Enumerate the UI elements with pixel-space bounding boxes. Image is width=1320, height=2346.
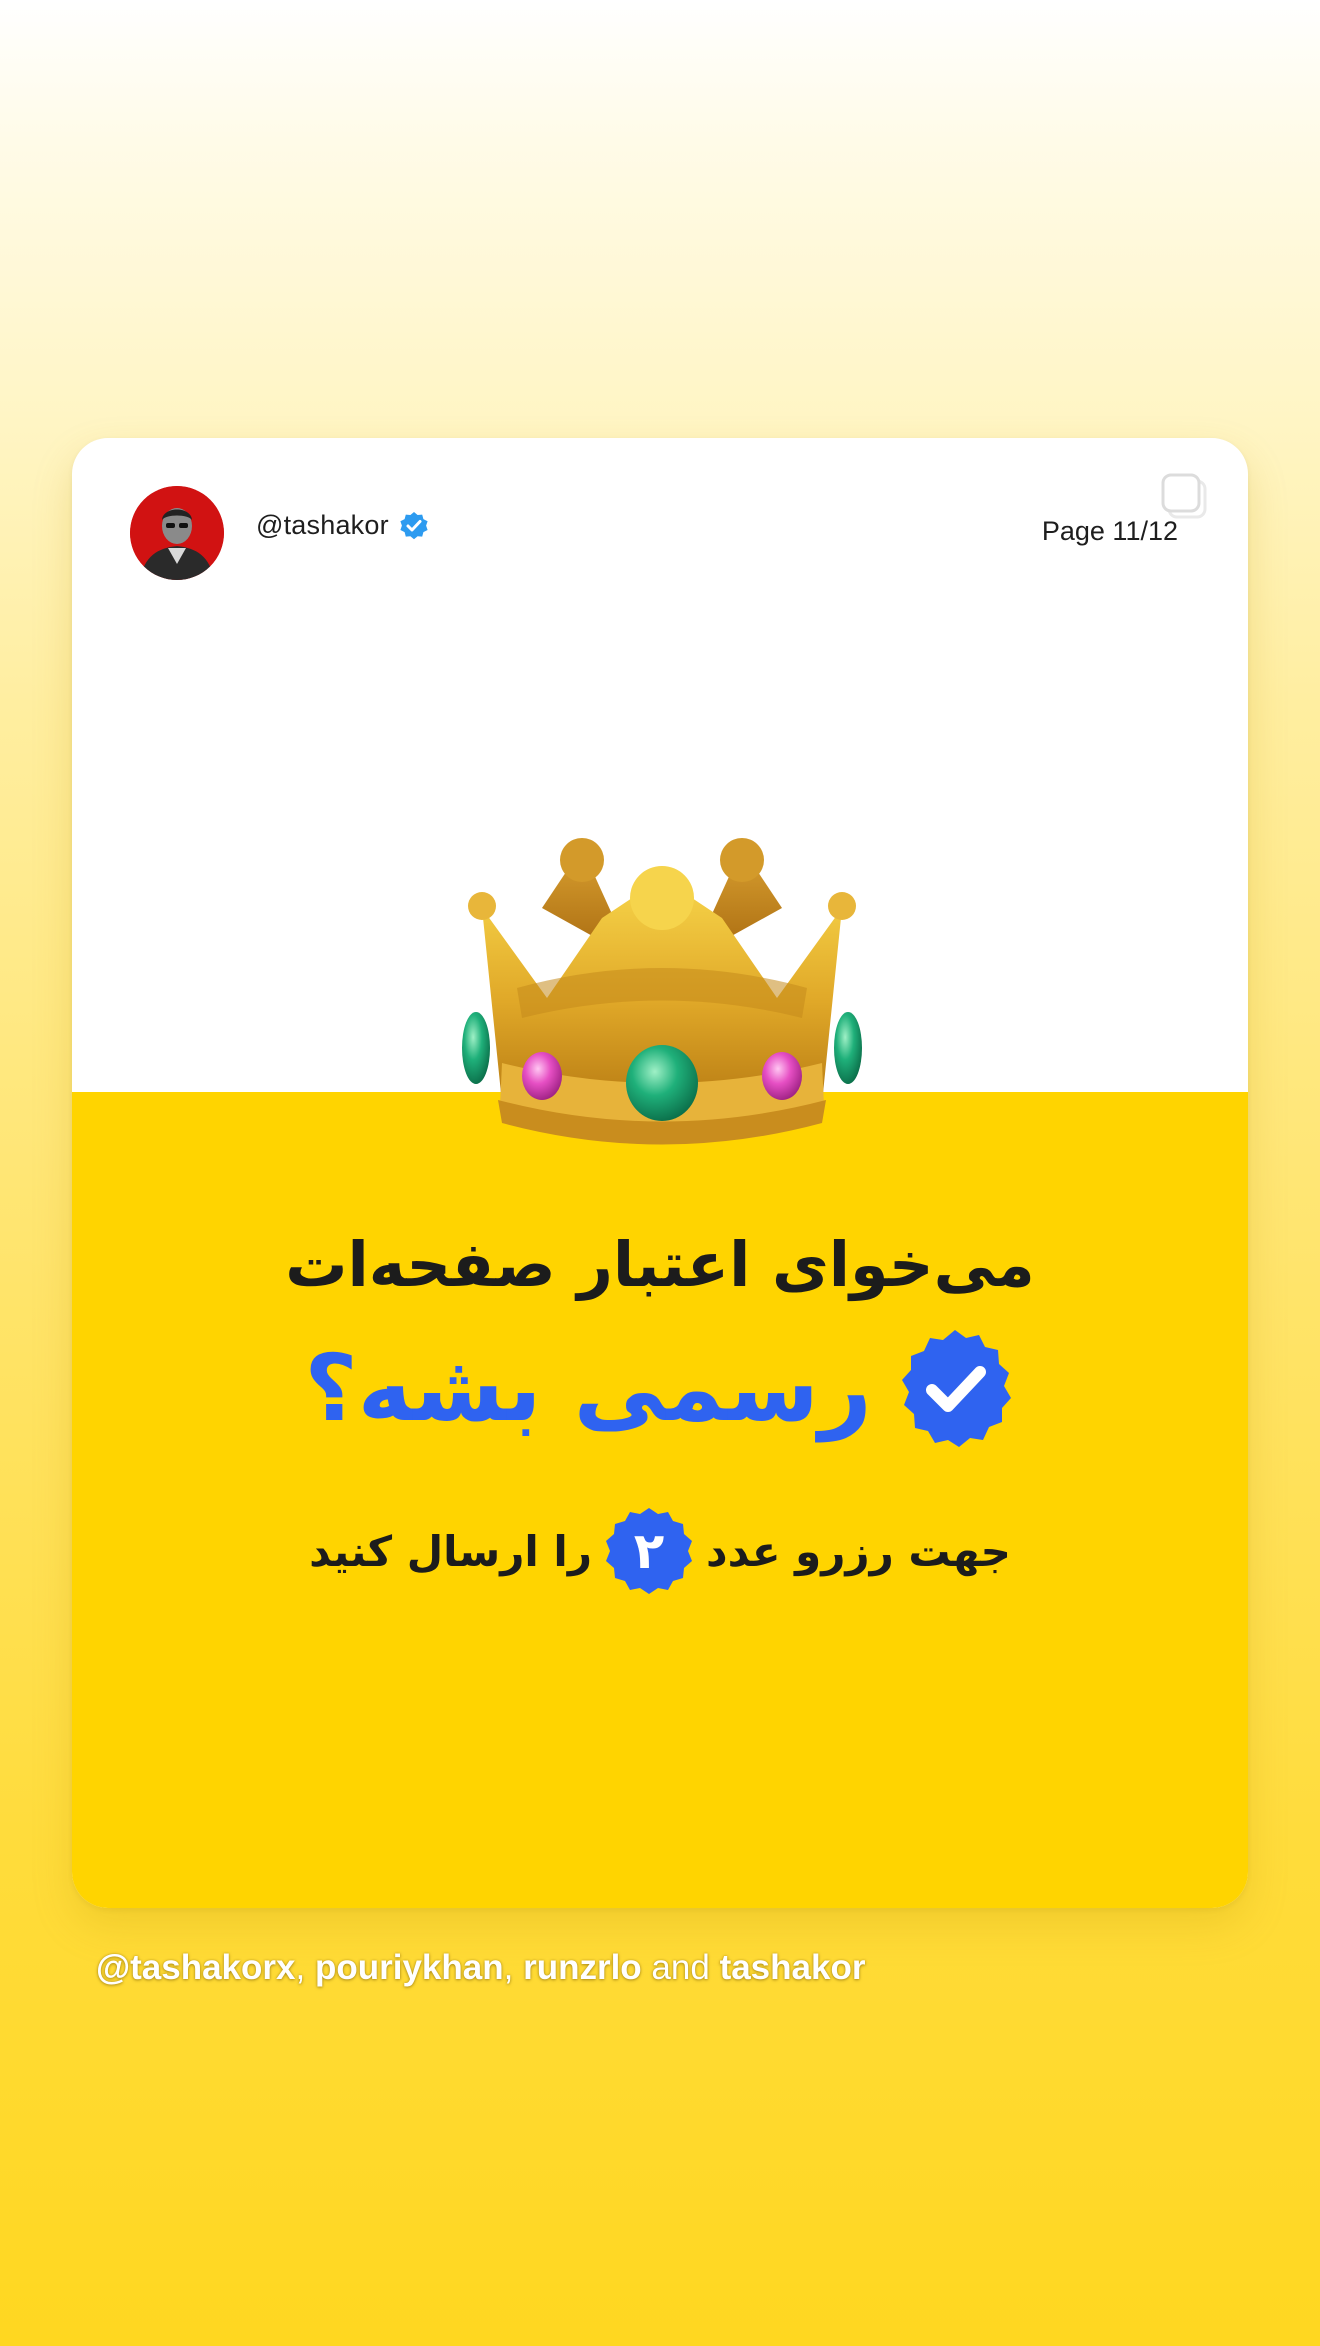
crown-emoji xyxy=(462,838,862,1145)
mention-pouriykhan[interactable]: pouriykhan xyxy=(315,1948,504,1987)
verified-badge-icon xyxy=(400,511,428,539)
mention-runzrlo[interactable]: runzrlo xyxy=(523,1948,642,1987)
verified-check-badge xyxy=(901,1330,1011,1447)
mention-tashakor[interactable]: tashakor xyxy=(720,1948,866,1987)
post-card: @tashakor Page 11/12 xyxy=(72,438,1248,1908)
username[interactable]: @tashakor xyxy=(256,510,389,541)
avatar[interactable] xyxy=(130,486,224,580)
instruction-before: جهت رزرو عدد xyxy=(706,1526,1011,1576)
username-row[interactable]: @tashakor xyxy=(256,510,429,541)
title-line2-row: رسمی بشه؟ xyxy=(72,1328,1248,1450)
mention-and: and xyxy=(651,1948,710,1987)
title-line2: رسمی بشه؟ xyxy=(304,1335,872,1442)
instruction-row: جهت رزرو عدد ۲ را ارسال کنید xyxy=(72,1506,1248,1596)
mention-separator: , xyxy=(295,1948,306,1987)
mention-tashakorx[interactable]: @tashakorx xyxy=(96,1948,296,1987)
mentions-line: @tashakorx, pouriykhan, runzrlo and tash… xyxy=(96,1948,865,1988)
card-yellow-section xyxy=(72,1092,1248,1908)
number-badge: ۲ xyxy=(604,1506,694,1596)
instruction-after: را ارسال کنید xyxy=(309,1526,593,1576)
mention-separator: , xyxy=(503,1948,514,1987)
multi-image-icon[interactable] xyxy=(1158,472,1212,526)
instruction-number: ۲ xyxy=(633,1522,665,1580)
title-line1: می‌خوای اعتبار صفحه‌ات xyxy=(285,1228,1035,1301)
